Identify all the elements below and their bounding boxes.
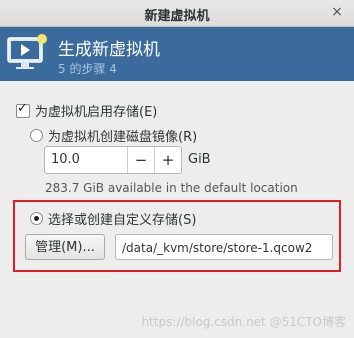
storage-path-input[interactable]: /data/_kvm/store/store-1.qcow2 [115,234,333,260]
window-title: 新建虚拟机 [144,9,210,24]
custom-storage-label: 选择或创建自定义存储(S) [48,213,197,228]
custom-storage-row[interactable]: 选择或创建自定义存储(S) [30,209,196,228]
enable-storage-label: 为虚拟机启用存储(E) [35,105,158,120]
create-image-radio[interactable] [30,129,43,142]
increment-button[interactable]: + [154,147,181,173]
close-button[interactable]: × [328,3,346,21]
wizard-header: 生成新虚拟机 5 的步骤 4 [0,27,354,81]
enable-storage-row[interactable]: 为虚拟机启用存储(E) [16,101,157,120]
available-space-info: 283.7 GiB available in the default locat… [45,181,298,195]
create-image-row[interactable]: 为虚拟机创建磁盘镜像(R) [30,126,197,145]
monitor-icon [7,34,47,69]
disk-size-stepper[interactable]: 10.0 − + [44,146,182,174]
create-image-label: 为虚拟机创建磁盘镜像(R) [48,130,198,145]
wizard-step: 5 的步骤 4 [58,62,117,76]
custom-storage-radio[interactable] [30,212,43,225]
size-unit: GiB [188,152,211,167]
disk-size-value[interactable]: 10.0 [45,147,127,173]
window-titlebar: 新建虚拟机 × [0,0,354,27]
manage-button[interactable]: 管理(M)... [25,234,105,260]
enable-storage-checkbox[interactable] [16,101,30,118]
wizard-title: 生成新虚拟机 [58,40,160,60]
decrement-button[interactable]: − [127,147,154,173]
watermark: https://blog.csdn.net @51CTO博客 [141,315,346,329]
